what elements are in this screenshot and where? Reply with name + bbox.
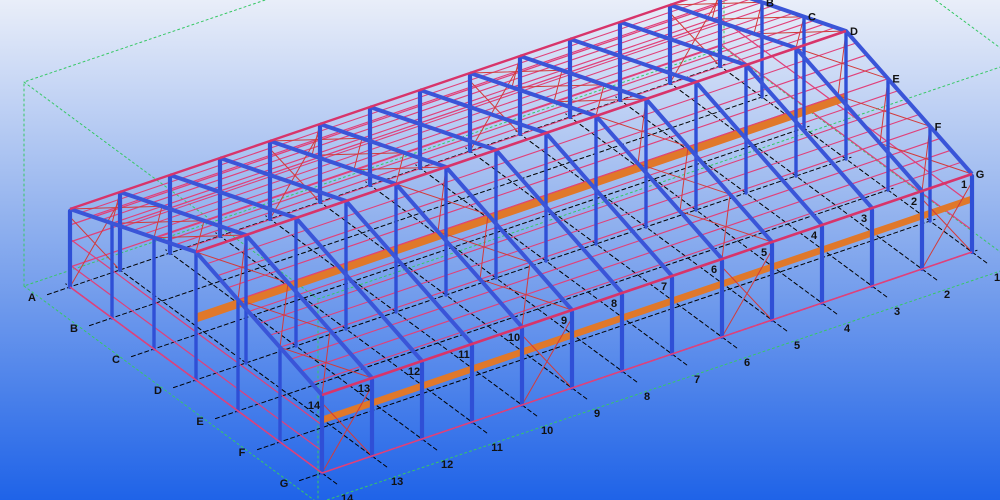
grid-label-letter-front: F	[239, 447, 246, 459]
grid-label-number-roof: 4	[811, 230, 818, 242]
grid-label-number-roof: 13	[358, 383, 370, 395]
grid-label-number-roof: 6	[711, 264, 717, 276]
model-viewport[interactable]: 11223344556677889910101111121213131414AA…	[0, 0, 1000, 500]
grid-label-number-roof: 10	[508, 332, 520, 344]
grid-label-number-roof: 14	[308, 400, 321, 412]
grid-label-number-front: 13	[391, 476, 403, 488]
grid-label-number-front: 9	[594, 408, 600, 420]
grid-label-number-roof: 1	[961, 179, 967, 191]
grid-label-number-front: 5	[794, 340, 800, 352]
grid-label-number-front: 2	[944, 289, 950, 301]
grid-label-number-roof: 12	[408, 366, 420, 378]
grid-label-letter-roof: F	[935, 121, 942, 133]
grid-label-letter-roof: D	[850, 26, 858, 38]
grid-label-number-front: 4	[844, 323, 851, 335]
grid-label-number-roof: 5	[761, 247, 767, 259]
grid-label-letter-roof: G	[976, 169, 985, 181]
grid-label-letter-front: C	[112, 354, 120, 366]
grid-label-number-front: 12	[441, 459, 453, 471]
grid-label-letter-front: E	[196, 416, 203, 428]
grid-label-number-front: 3	[894, 306, 900, 318]
grid-label-letter-front: B	[70, 323, 78, 335]
grid-label-number-roof: 3	[861, 213, 867, 225]
grid-label-number-front: 8	[644, 391, 650, 403]
grid-label-number-front: 10	[541, 425, 553, 437]
grid-label-letter-roof: B	[766, 0, 774, 9]
grid-label-letter-front: A	[28, 292, 36, 304]
grid-label-letter-front: D	[154, 385, 162, 397]
grid-label-number-roof: 7	[661, 281, 667, 293]
grid-label-number-front: 1	[994, 272, 1000, 284]
background	[0, 0, 1000, 500]
grid-label-number-roof: 2	[911, 196, 917, 208]
grid-label-number-front: 6	[744, 357, 750, 369]
grid-label-number-front: 14	[341, 493, 354, 500]
grid-label-letter-roof: C	[808, 12, 816, 24]
grid-label-number-front: 7	[694, 374, 700, 386]
grid-label-letter-roof: E	[892, 74, 899, 86]
grid-label-number-roof: 8	[611, 298, 617, 310]
grid-label-number-roof: 11	[458, 349, 470, 361]
steel-frame-3d-view[interactable]: 11223344556677889910101111121213131414AA…	[0, 0, 1000, 500]
grid-label-number-roof: 9	[561, 315, 567, 327]
grid-label-number-front: 11	[491, 442, 503, 454]
grid-label-letter-front: G	[280, 478, 289, 490]
